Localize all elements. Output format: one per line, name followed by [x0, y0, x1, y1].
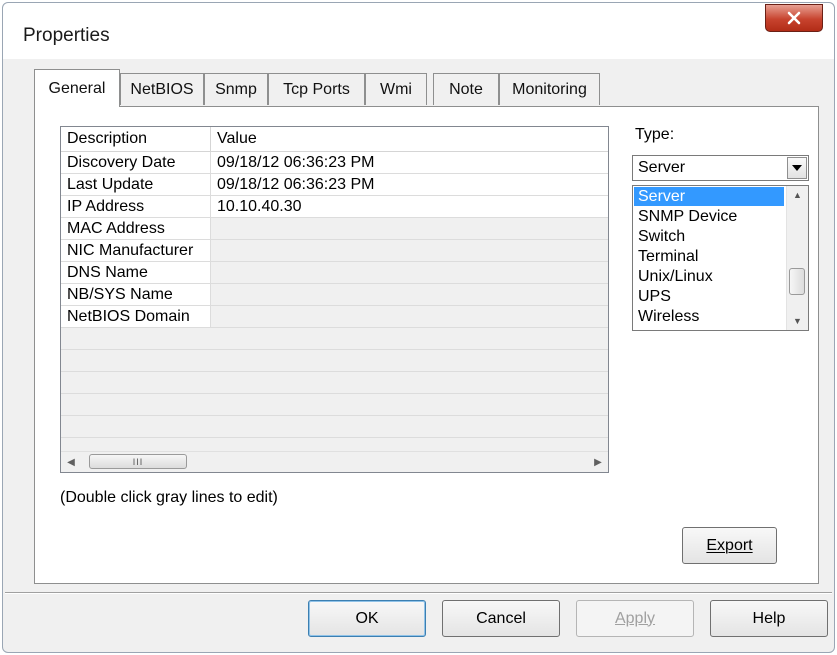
scroll-thumb[interactable] — [789, 268, 805, 295]
dropdown-arrow-button[interactable] — [787, 157, 807, 179]
type-option-ups[interactable]: UPS — [634, 287, 784, 306]
type-option-server[interactable]: Server — [634, 187, 784, 206]
row-description: Discovery Date — [61, 152, 211, 173]
row-value — [211, 218, 608, 239]
table-row[interactable]: Discovery Date 09/18/12 06:36:23 PM — [61, 152, 608, 174]
empty-row — [61, 350, 608, 372]
type-option-switch[interactable]: Switch — [634, 227, 784, 246]
scroll-down-icon[interactable]: ▼ — [787, 312, 808, 330]
tab-tcp-ports[interactable]: Tcp Ports — [268, 73, 365, 105]
table-row[interactable]: IP Address 10.10.40.30 — [61, 196, 608, 218]
horizontal-scrollbar[interactable]: ◀ III ▶ — [61, 451, 608, 472]
footer-separator — [5, 592, 832, 594]
cancel-button[interactable]: Cancel — [442, 600, 560, 637]
table-row[interactable]: NIC Manufacturer — [61, 240, 608, 262]
close-button[interactable] — [765, 4, 823, 32]
table-row[interactable]: Last Update 09/18/12 06:36:23 PM — [61, 174, 608, 196]
table-row[interactable]: NB/SYS Name — [61, 284, 608, 306]
window-title: Properties — [23, 25, 110, 46]
vertical-scrollbar[interactable]: ▲ ▼ — [786, 186, 808, 330]
apply-button[interactable]: Apply — [576, 600, 694, 637]
row-description: IP Address — [61, 196, 211, 217]
properties-dialog: Properties General NetBIOS Snmp Tcp Port… — [2, 2, 835, 653]
tab-wmi[interactable]: Wmi — [365, 73, 427, 105]
table-header: Description Value — [61, 127, 608, 152]
edit-hint: (Double click gray lines to edit) — [60, 489, 278, 506]
empty-row — [61, 372, 608, 394]
row-description: MAC Address — [61, 218, 211, 239]
row-description: NetBIOS Domain — [61, 306, 211, 327]
tab-note[interactable]: Note — [433, 73, 499, 105]
table-row[interactable]: MAC Address — [61, 218, 608, 240]
scroll-up-icon[interactable]: ▲ — [787, 186, 808, 204]
empty-row — [61, 416, 608, 438]
type-list[interactable]: Server SNMP Device Switch Terminal Unix/… — [632, 185, 809, 331]
row-value — [211, 284, 608, 305]
type-label: Type: — [635, 126, 675, 143]
row-value: 09/18/12 06:36:23 PM — [217, 154, 375, 171]
row-value: 10.10.40.30 — [217, 198, 302, 215]
tab-netbios[interactable]: NetBIOS — [120, 73, 204, 105]
scroll-left-icon[interactable]: ◀ — [61, 452, 81, 472]
row-value: 09/18/12 06:36:23 PM — [217, 176, 375, 193]
empty-row — [61, 394, 608, 416]
row-description: NIC Manufacturer — [61, 240, 211, 261]
close-icon — [787, 11, 801, 25]
row-description: Last Update — [61, 174, 211, 195]
title-bar: Properties — [3, 3, 834, 59]
apply-button-label: Apply — [614, 609, 656, 627]
type-dropdown[interactable]: Server — [632, 155, 809, 181]
table-row[interactable]: NetBIOS Domain — [61, 306, 608, 328]
row-value — [211, 262, 608, 283]
type-option-terminal[interactable]: Terminal — [634, 247, 784, 266]
tab-monitoring[interactable]: Monitoring — [499, 73, 600, 105]
scroll-thumb[interactable]: III — [89, 454, 187, 469]
properties-table[interactable]: Description Value Discovery Date 09/18/1… — [60, 126, 609, 473]
export-button[interactable]: Export — [682, 527, 777, 564]
empty-row — [61, 328, 608, 350]
export-button-label: Export — [706, 536, 753, 554]
chevron-down-icon — [792, 165, 802, 171]
column-header-description[interactable]: Description — [61, 127, 211, 151]
table-body: Discovery Date 09/18/12 06:36:23 PM Last… — [61, 152, 608, 452]
tab-snmp[interactable]: Snmp — [204, 73, 268, 105]
type-option-snmp-device[interactable]: SNMP Device — [634, 207, 784, 226]
ok-button[interactable]: OK — [308, 600, 426, 637]
row-value — [211, 306, 608, 327]
scroll-right-icon[interactable]: ▶ — [588, 452, 608, 472]
type-option-wireless[interactable]: Wireless — [634, 307, 784, 326]
scroll-grip-icon: III — [132, 456, 144, 467]
general-tab-panel: Description Value Discovery Date 09/18/1… — [34, 106, 819, 584]
empty-row — [61, 438, 608, 452]
type-option-unix-linux[interactable]: Unix/Linux — [634, 267, 784, 286]
row-value — [211, 240, 608, 261]
row-description: NB/SYS Name — [61, 284, 211, 305]
help-button[interactable]: Help — [710, 600, 828, 637]
type-dropdown-value: Server — [638, 159, 686, 176]
column-header-value[interactable]: Value — [211, 127, 608, 151]
table-row[interactable]: DNS Name — [61, 262, 608, 284]
tab-general[interactable]: General — [34, 69, 120, 107]
row-description: DNS Name — [61, 262, 211, 283]
